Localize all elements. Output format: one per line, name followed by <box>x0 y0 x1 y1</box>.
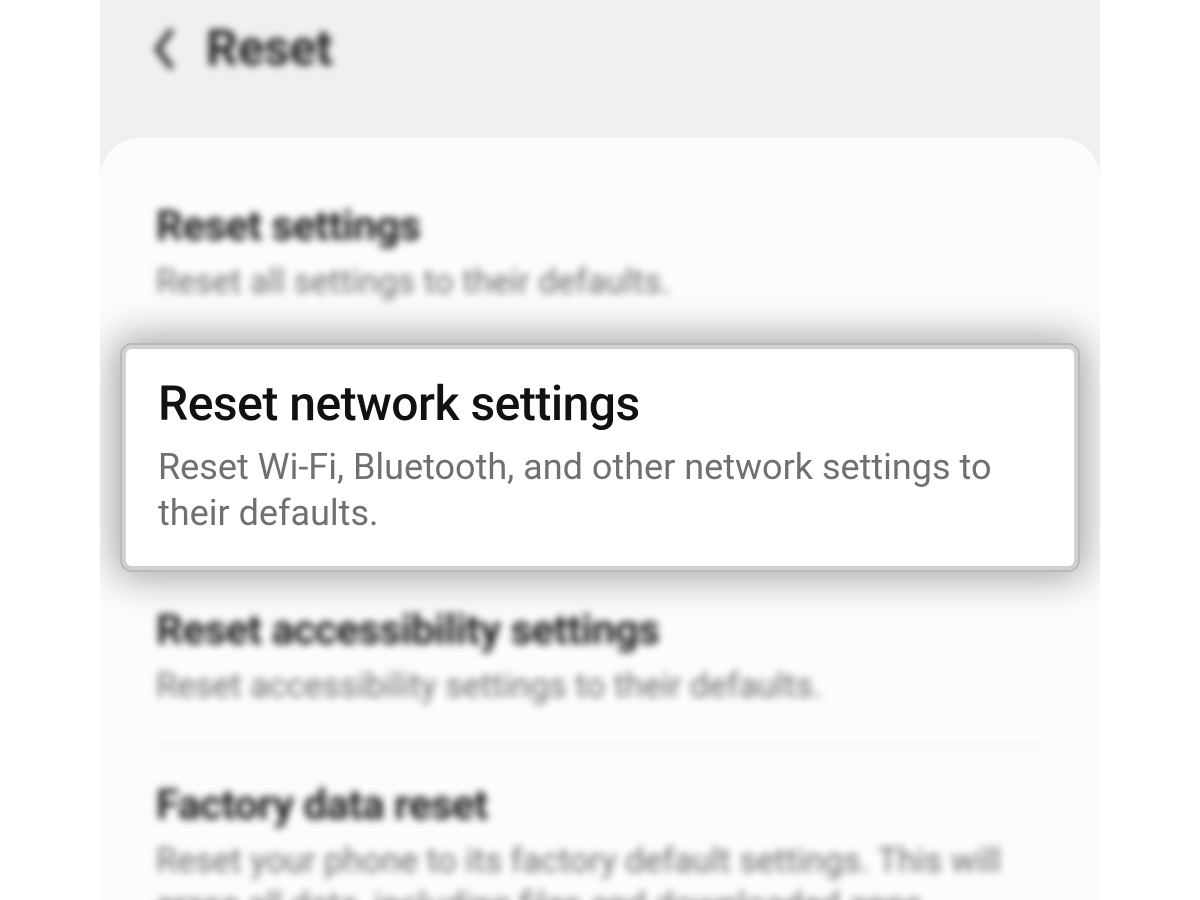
item-reset-settings[interactable]: Reset settings Reset all settings to the… <box>100 178 1100 333</box>
item-description: Reset Wi-Fi, Bluetooth, and other networ… <box>158 444 1042 536</box>
divider <box>156 746 1044 747</box>
item-reset-network-settings[interactable]: Reset network settings Reset Wi-Fi, Blue… <box>120 343 1080 572</box>
item-title: Reset accessibility settings <box>156 606 1044 655</box>
header: Reset <box>100 0 1100 138</box>
item-title: Reset network settings <box>158 375 1042 432</box>
device-frame: Reset Reset settings Reset all settings … <box>100 0 1100 900</box>
item-description: Reset all settings to their defaults. <box>156 261 1044 305</box>
item-description: Reset your phone to its factory default … <box>156 840 1044 900</box>
item-description: Reset accessibility settings to their de… <box>156 665 1044 709</box>
item-title: Reset settings <box>156 202 1044 251</box>
page-title: Reset <box>206 20 332 78</box>
item-title: Factory data reset <box>156 781 1044 830</box>
item-reset-accessibility-settings[interactable]: Reset accessibility settings Reset acces… <box>100 582 1100 737</box>
item-factory-data-reset[interactable]: Factory data reset Reset your phone to i… <box>100 757 1100 900</box>
settings-card: Reset settings Reset all settings to the… <box>100 138 1100 900</box>
back-icon[interactable] <box>140 25 188 73</box>
page-root: Reset Reset settings Reset all settings … <box>0 0 1200 900</box>
